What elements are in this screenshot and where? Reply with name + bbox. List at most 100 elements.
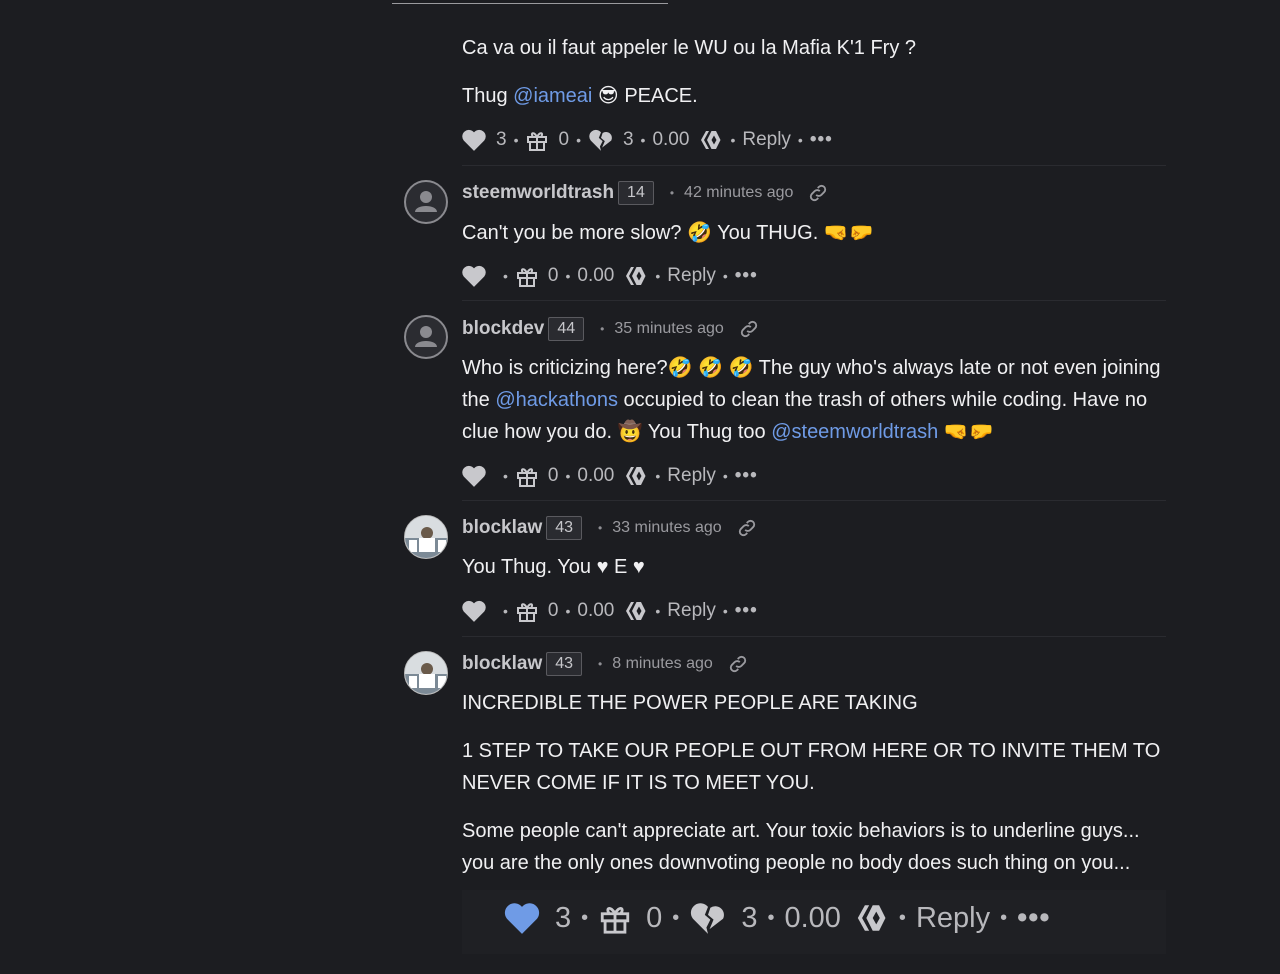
author-name[interactable]: steemworldtrash [462, 182, 614, 204]
separator-dot: • [655, 268, 661, 284]
comment-header: blocklaw 43 • 8 minutes ago [462, 652, 749, 676]
payout-value[interactable]: 0.00 [577, 600, 614, 622]
separator-dot: • [503, 603, 508, 619]
downvote-button[interactable] [689, 900, 727, 936]
gift-button[interactable] [598, 901, 632, 935]
author-name[interactable]: blocklaw [462, 653, 542, 675]
comment-paragraph: Who is criticizing here?🤣 🤣 🤣 The guy wh… [462, 352, 1177, 448]
hive-icon [624, 265, 648, 287]
reply-button[interactable]: Reply [667, 465, 716, 487]
heart-icon [504, 903, 540, 934]
text-segment: 🤜🤛 [938, 421, 994, 443]
avatar[interactable] [404, 180, 448, 224]
broken-heart-icon [589, 129, 612, 151]
more-options-button[interactable]: ••• [1017, 902, 1050, 935]
comment-body: Can't you be more slow? 🤣 You THUG. 🤜🤛 [462, 217, 1182, 249]
upvote-button[interactable] [503, 900, 541, 936]
gift-icon [516, 268, 537, 287]
payout-value[interactable]: 0.00 [652, 129, 689, 151]
author-name[interactable]: blockdev [462, 318, 544, 340]
gift-button[interactable] [515, 264, 539, 288]
permalink-button[interactable] [736, 517, 758, 539]
payout-value[interactable]: 0.00 [577, 265, 614, 287]
separator-dot: • [722, 468, 728, 484]
author-name[interactable]: blocklaw [462, 517, 542, 539]
upvote-button[interactable] [461, 128, 487, 152]
profile-photo [405, 652, 447, 694]
separator-dot: • [655, 603, 661, 619]
upvote-button[interactable] [461, 599, 487, 623]
mention-link[interactable]: @iameai [513, 85, 592, 107]
avatar[interactable] [404, 515, 448, 559]
heart-icon [462, 600, 486, 622]
gift-count: 0 [547, 600, 559, 621]
mention-link[interactable]: @hackathons [495, 389, 618, 411]
gift-button[interactable] [525, 128, 549, 152]
comment-divider [462, 300, 1166, 301]
avatar[interactable] [404, 651, 448, 695]
reputation-badge: 43 [546, 652, 583, 676]
separator-dot: • [598, 521, 603, 535]
reply-button[interactable]: Reply [667, 265, 716, 287]
separator-dot: • [730, 132, 736, 148]
separator-dot: • [565, 268, 571, 284]
gift-icon [516, 468, 537, 487]
separator-dot: • [576, 132, 581, 148]
timestamp[interactable]: 33 minutes ago [612, 519, 721, 537]
more-options-button[interactable]: ••• [735, 265, 758, 287]
separator-dot: • [565, 468, 571, 484]
comment-divider [462, 636, 1166, 637]
mention-link[interactable]: @steemworldtrash [771, 421, 938, 443]
link-icon [810, 184, 827, 202]
reply-button[interactable]: Reply [916, 902, 990, 935]
comment-actions: 3 • 0 • 3 • 0.00 • Reply • ••• [461, 128, 833, 152]
default-avatar-icon [415, 191, 437, 212]
more-options-button[interactable]: ••• [735, 600, 758, 622]
upvote-button[interactable] [461, 264, 487, 288]
more-options-button[interactable]: ••• [810, 129, 833, 151]
gift-button[interactable] [515, 464, 539, 488]
comment-body: You Thug. You ♥ E ♥ [462, 551, 1182, 583]
comment-actions: • 0 • 0.00 • Reply • ••• [461, 264, 758, 288]
permalink-button[interactable] [738, 318, 760, 340]
upvote-button[interactable] [461, 464, 487, 488]
separator-dot: • [672, 906, 680, 929]
payout-value[interactable]: 0.00 [784, 902, 840, 935]
hive-icon [855, 902, 889, 934]
reply-button[interactable]: Reply [742, 129, 791, 151]
upvote-count[interactable]: 3 [555, 902, 571, 935]
avatar[interactable] [404, 315, 448, 359]
separator-dot: • [598, 657, 603, 671]
gift-icon [600, 907, 630, 934]
separator-dot: • [513, 132, 519, 148]
permalink-button[interactable] [807, 182, 829, 204]
comment-body: Who is criticizing here?🤣 🤣 🤣 The guy wh… [462, 352, 1177, 448]
text-segment: Thug [462, 85, 514, 107]
downvote-count[interactable]: 3 [623, 129, 634, 151]
comment-body: INCREDIBLE THE POWER PEOPLE ARE TAKING 1… [462, 687, 1172, 879]
gift-count: 0 [547, 265, 559, 286]
comment-header: blockdev 44 • 35 minutes ago [462, 317, 760, 341]
comment-actions-large: 3 • 0 • 3 • 0.00 • Reply • ••• [503, 900, 1051, 936]
timestamp[interactable]: 35 minutes ago [614, 320, 723, 338]
comment-paragraph: Ca va ou il faut appeler le WU ou la Maf… [462, 37, 917, 59]
comment-divider [462, 500, 1166, 501]
downvote-button[interactable] [588, 128, 614, 152]
timestamp[interactable]: 42 minutes ago [684, 184, 793, 202]
separator-dot: • [640, 132, 646, 148]
timestamp[interactable]: 8 minutes ago [612, 655, 713, 673]
comment-body: Ca va ou il faut appeler le WU ou la Maf… [462, 32, 1182, 112]
gift-button[interactable] [515, 599, 539, 623]
reply-button[interactable]: Reply [667, 600, 716, 622]
reputation-badge: 44 [548, 317, 585, 341]
hive-icon [624, 465, 648, 487]
separator-dot: • [600, 322, 605, 336]
downvote-count[interactable]: 3 [741, 902, 757, 935]
heart-icon [462, 265, 486, 287]
permalink-button[interactable] [727, 653, 749, 675]
upvote-count[interactable]: 3 [496, 129, 507, 151]
more-options-button[interactable]: ••• [735, 465, 758, 487]
payout-value[interactable]: 0.00 [577, 465, 614, 487]
reputation-badge: 14 [618, 181, 654, 205]
separator-dot: • [565, 603, 571, 619]
